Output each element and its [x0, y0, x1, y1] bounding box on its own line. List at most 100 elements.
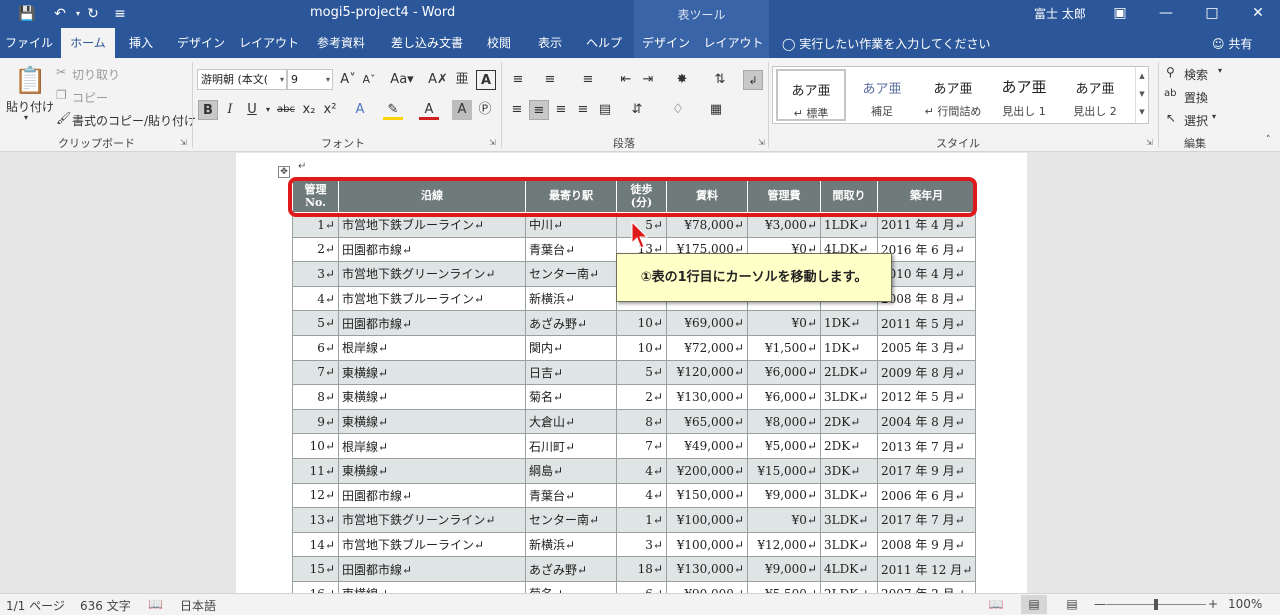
cell-no[interactable]: 15↵ [292, 556, 339, 582]
paste-dropdown-icon[interactable]: ▾ [24, 113, 28, 122]
cell-layout[interactable]: 2DK↵ [820, 433, 878, 459]
zoom-out-icon[interactable]: — [1094, 597, 1106, 611]
font-size-combo[interactable]: 9 ▾ [287, 69, 333, 90]
find-button[interactable]: 検索 [1184, 66, 1208, 83]
proofing-icon[interactable]: 📖 [148, 597, 163, 611]
cell-layout[interactable]: 2LDK↵ [820, 359, 878, 386]
cell-fee[interactable]: ¥12,000↵ [747, 531, 821, 558]
tab-table-design[interactable]: デザイン [634, 28, 698, 58]
change-case-icon[interactable]: Aa▾ [388, 70, 416, 90]
cell-rent[interactable]: ¥72,000↵ [666, 334, 748, 361]
cell-built[interactable]: 2012 年 5 月↵ [876, 384, 977, 410]
print-layout-icon[interactable]: ▤ [1021, 595, 1047, 614]
tab-review[interactable]: 校閲 [478, 28, 520, 58]
tab-design[interactable]: デザイン [168, 28, 234, 58]
cell-walk[interactable]: 6↵ [616, 580, 667, 593]
cell-built[interactable]: 2010 年 4 月↵ [876, 261, 977, 287]
cut-button[interactable]: 切り取り [72, 66, 120, 83]
cell-station[interactable]: あざみ野↵ [525, 556, 617, 582]
ribbon-display-icon[interactable]: ▣ [1097, 0, 1143, 28]
cell-walk[interactable]: 10↵ [616, 310, 667, 336]
collapse-ribbon-icon[interactable]: ˄ [1266, 135, 1271, 145]
cell-fee[interactable]: ¥8,000↵ [747, 408, 821, 435]
highlight-icon[interactable]: ✎ [383, 100, 403, 120]
table-move-handle-icon[interactable]: ✥ [278, 166, 290, 178]
cell-walk[interactable]: 8↵ [616, 408, 667, 435]
font-name-combo[interactable]: 游明朝 (本文(▾ [197, 69, 287, 90]
text-effects-icon[interactable]: A [350, 100, 370, 120]
cell-line[interactable]: 田園都市線↵ [338, 310, 526, 336]
cell-layout[interactable]: 2DK↵ [820, 408, 878, 435]
cell-line[interactable]: 市営地下鉄グリーンライン↵ [338, 507, 526, 533]
cell-layout[interactable]: 3LDK↵ [820, 531, 878, 558]
cell-no[interactable]: 6↵ [292, 334, 339, 361]
shrink-font-icon[interactable]: Aˇ [359, 70, 379, 90]
cell-built[interactable]: 2004 年 8 月↵ [876, 408, 977, 435]
cell-built[interactable]: 2016 年 6 月↵ [876, 236, 977, 263]
language-indicator[interactable]: 日本語 [180, 597, 216, 614]
style-supplement[interactable]: あア亜 補足 [847, 69, 917, 121]
subscript-icon[interactable]: x₂ [299, 100, 319, 120]
phonetic-guide-icon[interactable]: 亜 [452, 70, 472, 90]
strikethrough-icon[interactable]: abc [276, 100, 296, 120]
table-row[interactable]: 11↵ 東横線↵ 綱島↵ 4↵ ¥200,000↵ ¥15,000↵ 3DK↵ 2017 年 … [292, 457, 977, 484]
cell-line[interactable]: 市営地下鉄グリーンライン↵ [338, 261, 526, 287]
cell-walk[interactable]: 3↵ [616, 531, 667, 558]
cell-station[interactable]: 青葉台↵ [525, 482, 617, 509]
cell-fee[interactable]: ¥15,000↵ [747, 457, 821, 484]
cell-fee[interactable]: ¥5,000↵ [747, 433, 821, 459]
replace-button[interactable]: 置換 [1184, 89, 1208, 106]
cell-walk[interactable]: 10↵ [616, 334, 667, 361]
select-button[interactable]: 選択 [1184, 112, 1208, 129]
cell-no[interactable]: 9↵ [292, 408, 339, 435]
scroll-down-icon[interactable]: ▼ [1136, 85, 1148, 103]
cell-no[interactable]: 7↵ [292, 359, 339, 386]
align-center-icon[interactable]: ≡ [529, 100, 549, 120]
user-name[interactable]: 富士 太郎 [1034, 5, 1086, 22]
find-dropdown-icon[interactable]: ▾ [1218, 66, 1222, 75]
cell-rent[interactable]: ¥69,000↵ [666, 310, 748, 336]
table-row[interactable]: 12↵ 田園都市線↵ 青葉台↵ 4↵ ¥150,000↵ ¥9,000↵ 3LDK↵ 2006… [292, 482, 977, 509]
cell-layout[interactable]: 3LDK↵ [820, 384, 878, 410]
cell-rent[interactable]: ¥100,000↵ [666, 507, 748, 533]
underline-dropdown-icon[interactable]: ▾ [258, 100, 278, 120]
tell-me-box[interactable]: ◯ 実行したい作業を入力してください [782, 35, 991, 52]
character-shading-icon[interactable]: A [452, 100, 472, 120]
cell-built[interactable]: 2017 年 9 月↵ [876, 457, 977, 484]
cell-built[interactable]: 2006 年 6 月↵ [876, 482, 977, 509]
justify-icon[interactable]: ≡ [573, 100, 593, 120]
table-row[interactable]: 13↵ 市営地下鉄グリーンライン↵ センター南↵ 1↵ ¥100,000↵ ¥0↵ 3LDK… [292, 507, 977, 533]
cell-built[interactable]: 2009 年 8 月↵ [876, 359, 977, 386]
paragraph-launcher-icon[interactable]: ⇲ [758, 138, 765, 147]
style-normal[interactable]: あア亜 ↵ 標準 [776, 69, 846, 121]
cell-no[interactable]: 2↵ [292, 236, 339, 263]
zoom-level[interactable]: 100% [1228, 597, 1262, 611]
table-row[interactable]: 15↵ 田園都市線↵ あざみ野↵ 18↵ ¥130,000↵ ¥9,000↵ 4LDK↵ 20… [292, 556, 977, 582]
tab-help[interactable]: ヘルプ [578, 28, 630, 58]
cell-line[interactable]: 東横線↵ [338, 457, 526, 484]
zoom-in-icon[interactable]: + [1208, 597, 1218, 611]
customize-icon[interactable]: ≡ [110, 4, 130, 24]
redo-icon[interactable]: ↻ [83, 4, 103, 24]
cell-fee[interactable]: ¥9,000↵ [747, 556, 821, 582]
cell-station[interactable]: あざみ野↵ [525, 310, 617, 336]
bullets-icon[interactable]: ≡ [508, 70, 528, 90]
cell-layout[interactable]: 3LDK↵ [820, 507, 878, 533]
gallery-more-icon[interactable]: ▼ [1136, 103, 1148, 121]
cell-walk[interactable]: 7↵ [616, 433, 667, 459]
cell-no[interactable]: 11↵ [292, 457, 339, 484]
cell-rent[interactable]: ¥150,000↵ [666, 482, 748, 509]
copy-button[interactable]: コピー [72, 89, 108, 106]
table-row[interactable]: 8↵ 東横線↵ 菊名↵ 2↵ ¥130,000↵ ¥6,000↵ 3LDK↵ 2012 年 5… [292, 384, 977, 410]
cell-walk[interactable]: 4↵ [616, 482, 667, 509]
cell-no[interactable]: 13↵ [292, 507, 339, 533]
multilevel-list-icon[interactable]: ≡ [578, 70, 598, 90]
style-heading-1[interactable]: あア亜 見出し 1 [989, 69, 1059, 121]
cell-line[interactable]: 東横線↵ [338, 384, 526, 410]
cell-line[interactable]: 田園都市線↵ [338, 236, 526, 263]
cell-line[interactable]: 根岸線↵ [338, 334, 526, 361]
cell-built[interactable]: 2011 年 12 月↵ [876, 556, 977, 582]
table-row[interactable]: 10↵ 根岸線↵ 石川町↵ 7↵ ¥49,000↵ ¥5,000↵ 2DK↵ 2013 年 7… [292, 433, 977, 459]
cell-walk[interactable]: 18↵ [616, 556, 667, 582]
clear-formatting-icon[interactable]: A✗ [428, 70, 448, 90]
